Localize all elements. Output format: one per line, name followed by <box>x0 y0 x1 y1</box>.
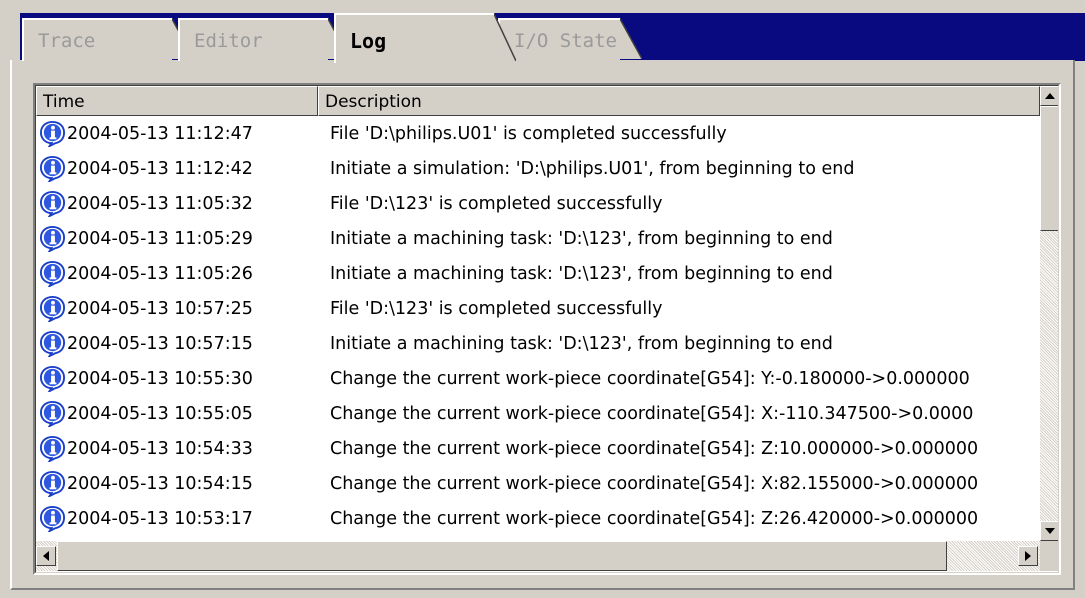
vertical-scroll-thumb[interactable] <box>1040 106 1058 231</box>
scroll-up-button[interactable] <box>1040 86 1058 106</box>
time-cell: 2004-05-13 10:54:33 <box>36 435 318 462</box>
list-item[interactable]: 2004-05-13 10:54:33 Change the current w… <box>36 431 1040 466</box>
column-header-time-label: Time <box>43 92 85 112</box>
time-text: 2004-05-13 10:57:15 <box>67 333 253 354</box>
description-cell: Initiate a simulation: 'D:\philips.U01',… <box>330 158 855 179</box>
description-cell: Change the current work-piece coordinate… <box>330 473 979 494</box>
horizontal-scrollbar[interactable] <box>36 541 1040 571</box>
list-item[interactable]: 2004-05-13 10:57:15 Initiate a machining… <box>36 326 1040 361</box>
tab-io-state-label: I/O State <box>514 30 617 52</box>
time-cell: 2004-05-13 10:55:05 <box>36 400 318 427</box>
column-header-description-label: Description <box>325 92 422 112</box>
time-cell: 2004-05-13 10:53:17 <box>36 505 318 532</box>
list-item[interactable]: 2004-05-13 11:05:26 Initiate a machining… <box>36 256 1040 291</box>
tab-log[interactable]: Log <box>334 13 516 63</box>
column-header-description[interactable]: Description <box>318 86 1040 116</box>
info-icon <box>39 225 66 252</box>
list-item[interactable]: 2004-05-13 10:53:17 Change the current w… <box>36 501 1040 536</box>
list-item[interactable]: 2004-05-13 10:55:05 Change the current w… <box>36 396 1040 431</box>
time-cell: 2004-05-13 11:12:42 <box>36 155 318 182</box>
info-icon <box>39 260 66 287</box>
arrow-right-icon <box>1025 551 1031 561</box>
description-cell: Initiate a machining task: 'D:\123', fro… <box>330 333 833 354</box>
tab-editor-label: Editor <box>194 30 263 52</box>
info-icon <box>39 470 66 497</box>
info-icon <box>39 330 66 357</box>
description-cell: Change the current work-piece coordinate… <box>330 438 979 459</box>
time-text: 2004-05-13 10:53:17 <box>67 508 253 529</box>
scrollbar-corner <box>1040 541 1058 571</box>
info-icon <box>39 365 66 392</box>
time-text: 2004-05-13 11:05:26 <box>67 263 253 284</box>
horizontal-scroll-thumb[interactable] <box>57 541 947 571</box>
time-cell: 2004-05-13 11:05:29 <box>36 225 318 252</box>
time-cell: 2004-05-13 10:54:15 <box>36 470 318 497</box>
description-cell: Change the current work-piece coordinate… <box>330 508 979 529</box>
description-cell: Initiate a machining task: 'D:\123', fro… <box>330 228 833 249</box>
time-cell: 2004-05-13 11:12:47 <box>36 120 318 147</box>
list-item[interactable]: 2004-05-13 10:57:25 File 'D:\123' is com… <box>36 291 1040 326</box>
time-cell: 2004-05-13 11:05:26 <box>36 260 318 287</box>
description-cell: File 'D:\philips.U01' is completed succe… <box>330 123 727 144</box>
info-icon <box>39 435 66 462</box>
tab-trace-label: Trace <box>38 30 96 52</box>
list-item[interactable]: 2004-05-13 11:12:42 Initiate a simulatio… <box>36 151 1040 186</box>
time-text: 2004-05-13 11:12:42 <box>67 158 253 179</box>
description-cell: Change the current work-piece coordinate… <box>330 368 970 389</box>
time-text: 2004-05-13 10:55:05 <box>67 403 253 424</box>
tab-io-state[interactable]: I/O State <box>498 18 642 61</box>
time-text: 2004-05-13 11:05:29 <box>67 228 253 249</box>
time-cell: 2004-05-13 10:57:25 <box>36 295 318 322</box>
tab-bar: Trace Editor Log I/O State <box>0 0 1085 63</box>
time-cell: 2004-05-13 10:55:30 <box>36 365 318 392</box>
tab-trace[interactable]: Trace <box>22 18 194 61</box>
arrow-up-icon <box>1045 93 1055 99</box>
time-text: 2004-05-13 10:54:33 <box>67 438 253 459</box>
time-text: 2004-05-13 11:05:32 <box>67 193 253 214</box>
column-header-time[interactable]: Time <box>36 86 318 116</box>
arrow-down-icon <box>1045 528 1055 534</box>
description-cell: Initiate a machining task: 'D:\123', fro… <box>330 263 833 284</box>
info-icon <box>39 190 66 217</box>
time-text: 2004-05-13 10:55:30 <box>67 368 253 389</box>
description-cell: Change the current work-piece coordinate… <box>330 403 974 424</box>
list-item[interactable]: 2004-05-13 11:12:47 File 'D:\philips.U01… <box>36 116 1040 151</box>
time-text: 2004-05-13 11:12:47 <box>67 123 253 144</box>
description-cell: File 'D:\123' is completed successfully <box>330 193 663 214</box>
info-icon <box>39 120 66 147</box>
vertical-scrollbar[interactable] <box>1040 86 1058 541</box>
list-item[interactable]: 2004-05-13 10:54:15 Change the current w… <box>36 466 1040 501</box>
info-icon <box>39 400 66 427</box>
list-item[interactable]: 2004-05-13 10:55:30 Change the current w… <box>36 361 1040 396</box>
arrow-left-icon <box>43 551 49 561</box>
time-cell: 2004-05-13 11:05:32 <box>36 190 318 217</box>
log-rows: 2004-05-13 11:12:47 File 'D:\philips.U01… <box>36 116 1040 541</box>
info-icon <box>39 155 66 182</box>
log-list[interactable]: Time Description 2004-05-13 11:12:47 Fil… <box>33 83 1061 575</box>
info-icon <box>39 505 66 532</box>
tab-editor[interactable]: Editor <box>178 18 350 61</box>
scroll-left-button[interactable] <box>36 546 56 566</box>
time-text: 2004-05-13 10:54:15 <box>67 473 253 494</box>
tab-log-label: Log <box>350 29 387 53</box>
scroll-down-button[interactable] <box>1040 521 1058 541</box>
list-item[interactable]: 2004-05-13 11:05:32 File 'D:\123' is com… <box>36 186 1040 221</box>
scroll-right-button[interactable] <box>1018 546 1038 566</box>
time-text: 2004-05-13 10:57:25 <box>67 298 253 319</box>
time-cell: 2004-05-13 10:57:15 <box>36 330 318 357</box>
info-icon <box>39 295 66 322</box>
list-item[interactable]: 2004-05-13 11:05:29 Initiate a machining… <box>36 221 1040 256</box>
description-cell: File 'D:\123' is completed successfully <box>330 298 663 319</box>
list-header: Time Description <box>36 86 1040 116</box>
